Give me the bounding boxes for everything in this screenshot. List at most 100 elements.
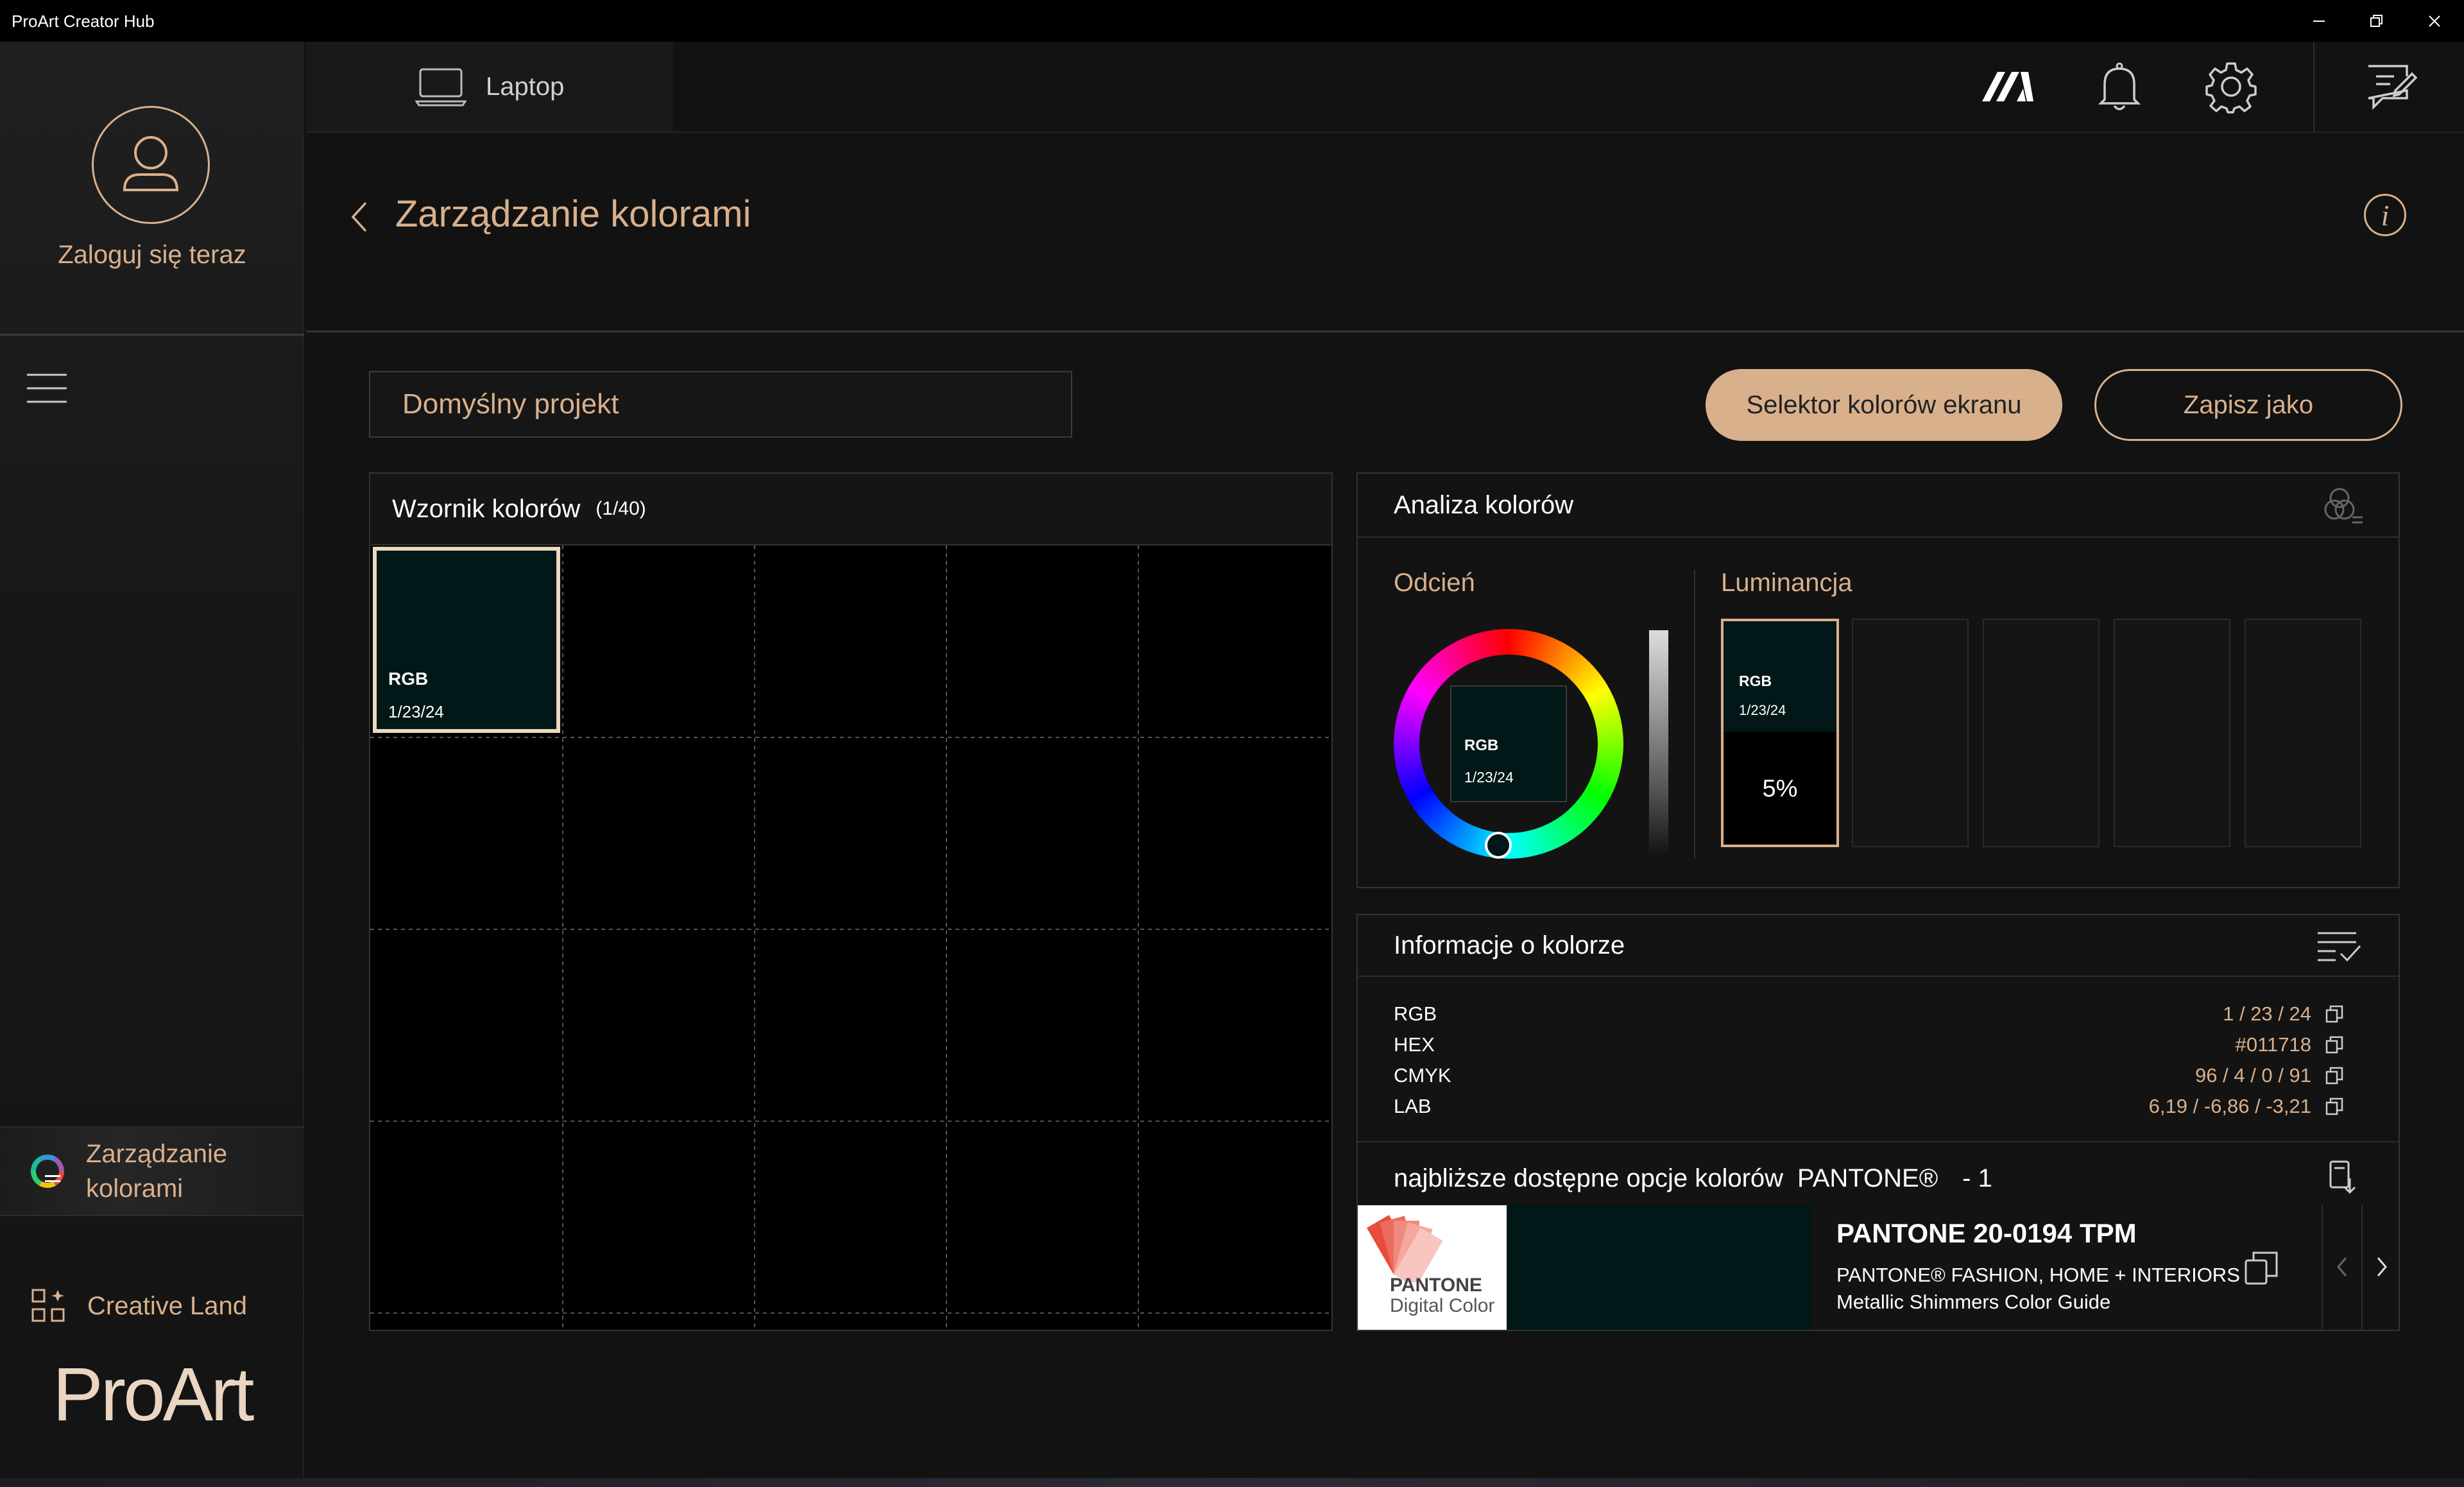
- laptop-icon: [415, 68, 466, 107]
- info-row-hex: HEX #011718: [1394, 1029, 2343, 1060]
- login-link[interactable]: Zaloguj się teraz: [0, 241, 304, 270]
- nav-label: Creative Land: [87, 1292, 248, 1320]
- chevron-left-icon: [2337, 1257, 2347, 1276]
- luminance-slot[interactable]: [2114, 619, 2230, 847]
- swatch-value: 1/23/24: [388, 702, 444, 721]
- swatch-item[interactable]: RGB 1/23/24: [373, 547, 560, 733]
- pager-separator: [2361, 1205, 2363, 1330]
- color-info-panel: Informacje o kolorze RGB 1 / 23 / 24 HEX…: [1356, 914, 2400, 1331]
- copy-icon[interactable]: [2325, 1005, 2343, 1023]
- pantone-card: PANTONE Digital Color PANTONE 20-0194 TP…: [1358, 1205, 2399, 1330]
- screen-color-picker-button[interactable]: Selektor kolorów ekranu: [1706, 369, 2062, 441]
- info-value: 6,19 / -6,86 / -3,21: [2148, 1095, 2311, 1117]
- pantone-logo-text: PANTONE: [1390, 1275, 1482, 1296]
- copy-icon[interactable]: [2325, 1097, 2343, 1115]
- swatch-count: (1/40): [595, 498, 646, 519]
- title-divider: [306, 331, 2464, 332]
- apps-grid-icon: [31, 1289, 65, 1322]
- pantone-count: - 1: [1962, 1164, 1992, 1192]
- pantone-logo-subtext: Digital Color: [1390, 1295, 1495, 1316]
- info-key: RGB: [1394, 1002, 1437, 1025]
- luminance-bar[interactable]: [1649, 630, 1668, 857]
- device-label: Laptop: [486, 72, 565, 101]
- pantone-copy-button[interactable]: [2243, 1250, 2279, 1289]
- analysis-title: Analiza kolorów: [1394, 490, 1574, 519]
- info-button[interactable]: i: [2364, 194, 2406, 236]
- feedback-icon: [2368, 65, 2417, 110]
- nav-label-line2: kolorami: [86, 1174, 184, 1203]
- settings-button[interactable]: [2202, 58, 2260, 116]
- copy-icon[interactable]: [2325, 1036, 2343, 1054]
- close-icon: [2429, 15, 2440, 27]
- feedback-button[interactable]: [2363, 58, 2420, 116]
- asus-logo-button[interactable]: [1979, 58, 2037, 116]
- info-header: Informacje o kolorze: [1358, 915, 2399, 977]
- gear-icon: [2205, 62, 2257, 114]
- menu-button[interactable]: [27, 372, 67, 404]
- luminance-value: 1/23/24: [1739, 702, 1786, 718]
- luminance-slot[interactable]: [1983, 619, 2100, 847]
- luminance-title: Luminancja: [1721, 569, 1852, 597]
- info-value: 96 / 4 / 0 / 91: [2195, 1064, 2311, 1087]
- pantone-fan-icon: [1367, 1215, 1443, 1287]
- pantone-brand: PANTONE®: [1797, 1164, 1938, 1192]
- taskbar-strip: [0, 1478, 2464, 1487]
- color-analysis-panel: Analiza kolorów Odcień Luminancja RGB 1/…: [1356, 472, 2400, 888]
- window-title: ProArt Creator Hub: [12, 12, 155, 31]
- pantone-description: PANTONE® FASHION, HOME + INTERIORS Metal…: [1836, 1264, 2240, 1313]
- pantone-swatch: [1507, 1205, 1811, 1330]
- color-wheel-icon: [31, 1155, 64, 1188]
- sidebar: Zaloguj się teraz Zarządzanie kolorami C…: [0, 42, 304, 1487]
- hamburger-icon: [27, 374, 67, 403]
- info-row-cmyk: CMYK 96 / 4 / 0 / 91: [1394, 1060, 2343, 1091]
- format-list-button[interactable]: [2316, 929, 2361, 966]
- copy-icon: [2245, 1251, 2278, 1285]
- luminance-slot-active[interactable]: RGB 1/23/24 5%: [1721, 619, 1839, 847]
- luminance-slot[interactable]: [1852, 619, 1969, 847]
- info-row-rgb: RGB 1 / 23 / 24: [1394, 999, 2343, 1029]
- color-blind-icon: [2324, 488, 2363, 524]
- luminance-percent: 5%: [1762, 775, 1798, 802]
- copy-icon[interactable]: [2325, 1067, 2343, 1085]
- bell-icon: [2098, 62, 2141, 110]
- project-name-field[interactable]: Domyślny projekt: [369, 371, 1072, 438]
- hue-center-swatch: RGB 1/23/24: [1450, 685, 1567, 802]
- device-tab[interactable]: Laptop: [306, 42, 673, 132]
- export-icon: [2329, 1160, 2356, 1194]
- chevron-right-icon: [2377, 1257, 2387, 1276]
- info-key: CMYK: [1394, 1064, 1451, 1087]
- close-button[interactable]: [2406, 0, 2463, 42]
- notifications-button[interactable]: [2091, 58, 2148, 116]
- luminance-label: RGB: [1739, 673, 1772, 689]
- restore-icon: [2370, 14, 2383, 27]
- analysis-separator: [1694, 570, 1695, 859]
- pantone-next-button[interactable]: [2374, 1255, 2388, 1282]
- pantone-name: PANTONE 20-0194 TPM: [1836, 1218, 2137, 1248]
- asus-logo-icon: [1982, 72, 2033, 101]
- info-value: 1 / 23 / 24: [2223, 1002, 2311, 1025]
- hue-handle[interactable]: [1485, 832, 1512, 859]
- sidebar-divider: [0, 334, 304, 336]
- restore-button[interactable]: [2348, 0, 2405, 42]
- swatch-panel: Wzornik kolorów (1/40) RGB 1/23/24: [369, 472, 1333, 1331]
- swatch-label: RGB: [388, 669, 429, 689]
- nav-item-creative-land[interactable]: Creative Land: [0, 1261, 304, 1351]
- pantone-heading: najbliższe dostępne opcje kolorów PANTON…: [1394, 1153, 1992, 1204]
- color-blind-button[interactable]: [2324, 486, 2365, 528]
- header-separator: [2313, 42, 2314, 132]
- back-button[interactable]: [346, 198, 372, 236]
- minimize-button[interactable]: [2291, 0, 2347, 42]
- avatar-button[interactable]: [92, 106, 210, 224]
- nav-item-color-management[interactable]: Zarządzanie kolorami: [0, 1126, 304, 1216]
- minimize-icon: [2313, 20, 2325, 22]
- info-icon: i: [2381, 198, 2390, 232]
- hue-center-value: 1/23/24: [1464, 769, 1514, 786]
- pantone-divider: [1358, 1141, 2399, 1142]
- pantone-export-button[interactable]: [2328, 1159, 2356, 1198]
- chevron-left-icon: [351, 202, 367, 232]
- info-key: LAB: [1394, 1095, 1432, 1117]
- swatch-header: Wzornik kolorów (1/40): [370, 474, 1331, 546]
- pantone-prev-button[interactable]: [2336, 1255, 2350, 1282]
- save-as-button[interactable]: Zapisz jako: [2094, 369, 2402, 441]
- luminance-slot[interactable]: [2245, 619, 2361, 847]
